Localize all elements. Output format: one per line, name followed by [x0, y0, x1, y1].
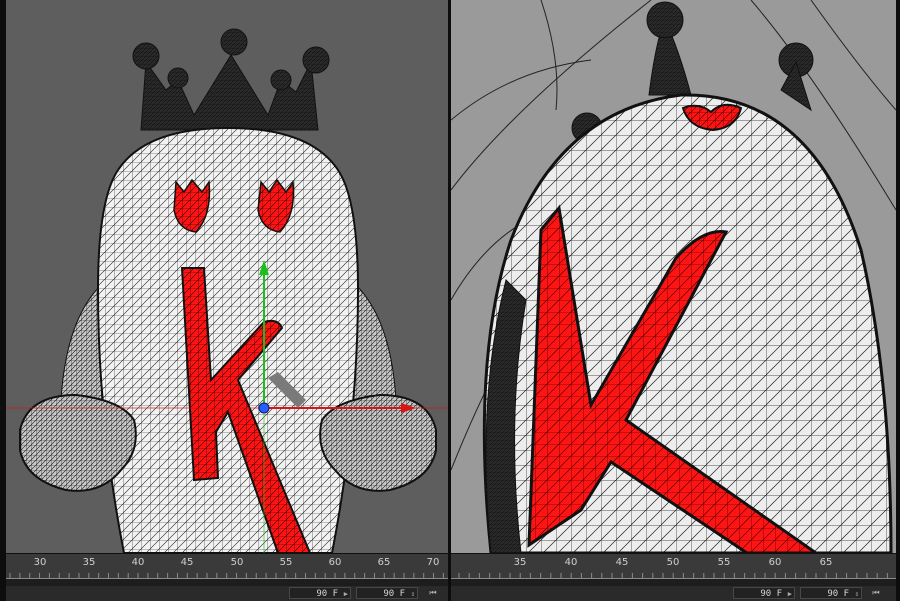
- timeline-scrubber[interactable]: [6, 579, 448, 586]
- right-timeline[interactable]: 35 40 45 50 55 60 65 90 F ▶ 90 F ⇕ ⏮: [451, 553, 896, 601]
- timeline-controls: 90 F ▶ 90 F ⇕ ⏮: [451, 586, 896, 601]
- frame-ruler[interactable]: 35 40 45 50 55 60 65: [451, 554, 896, 579]
- tick-label: 30: [33, 557, 47, 568]
- tick-label: 55: [279, 557, 293, 568]
- left-timeline[interactable]: 30 35 40 45 50 55 60 65 70 90 F ▶ 90 F ⇕ ⏮: [6, 553, 448, 601]
- end-frame-value: 90 F: [760, 589, 782, 599]
- front-view-canvas[interactable]: [6, 0, 448, 553]
- perspective-canvas[interactable]: [451, 0, 896, 553]
- tick-label: 60: [328, 557, 342, 568]
- tick-label: 50: [666, 557, 680, 568]
- tick-label: 65: [377, 557, 391, 568]
- right-viewport[interactable]: [451, 0, 896, 553]
- body-mesh: [96, 126, 360, 553]
- preview-end-value: 90 F: [827, 589, 849, 599]
- tick-label: 60: [768, 557, 782, 568]
- tick-label: 40: [564, 557, 578, 568]
- tick-label: 45: [180, 557, 194, 568]
- timeline-scrubber[interactable]: [451, 579, 896, 586]
- tick-label: 45: [615, 557, 629, 568]
- tick-label: 70: [426, 557, 440, 568]
- preview-end-value: 90 F: [383, 589, 405, 599]
- end-frame-field[interactable]: 90 F ▶: [289, 587, 351, 599]
- tick-label: 35: [82, 557, 96, 568]
- stepper-arrow-icon[interactable]: ⇕: [411, 588, 415, 600]
- go-to-start-icon[interactable]: ⏮: [869, 587, 883, 599]
- go-to-start-icon[interactable]: ⏮: [426, 587, 440, 599]
- tick-label: 50: [230, 557, 244, 568]
- crown: [132, 28, 330, 131]
- left-viewport[interactable]: [6, 0, 448, 553]
- tick-label: 40: [131, 557, 145, 568]
- stepper-arrow-icon[interactable]: ⇕: [855, 588, 859, 600]
- end-frame-value: 90 F: [316, 589, 338, 599]
- stepper-arrow-icon[interactable]: ▶: [788, 588, 792, 600]
- stepper-arrow-icon[interactable]: ▶: [344, 588, 348, 600]
- frame-ruler[interactable]: 30 35 40 45 50 55 60 65 70: [6, 554, 448, 579]
- tick-label: 55: [717, 557, 731, 568]
- tick-label: 65: [819, 557, 833, 568]
- end-frame-field[interactable]: 90 F ▶: [733, 587, 795, 599]
- preview-end-field[interactable]: 90 F ⇕: [800, 587, 862, 599]
- preview-end-field[interactable]: 90 F ⇕: [356, 587, 418, 599]
- timeline-controls: 90 F ▶ 90 F ⇕ ⏮: [6, 586, 448, 601]
- tick-label: 35: [513, 557, 527, 568]
